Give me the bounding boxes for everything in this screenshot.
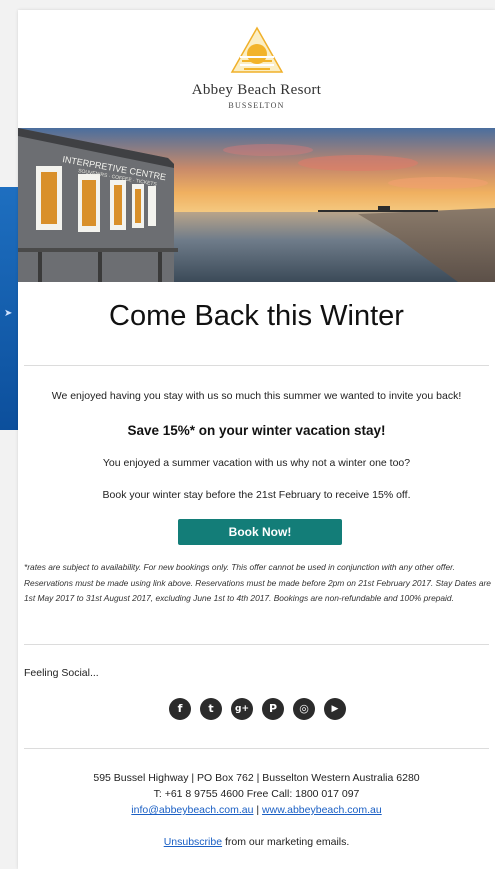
footer-phone: T: +61 8 9755 4600 Free Call: 1800 017 0… (153, 788, 360, 800)
terms-text: *rates are subject to availability. For … (24, 562, 491, 603)
twitter-icon[interactable]: t (200, 698, 222, 720)
instagram-icon[interactable]: ◎ (293, 698, 315, 720)
social-icons: f t g+ P ◎ ▶ (169, 698, 369, 722)
pinterest-icon[interactable]: P (262, 698, 284, 720)
resort-logo: Abbey Beach Resort BUSSELTON (18, 26, 495, 126)
resort-name: Abbey Beach Resort (191, 82, 322, 98)
google-plus-icon[interactable]: g+ (231, 698, 253, 720)
footer-links: info@abbeybeach.com.au | www.abbeybeach.… (18, 804, 495, 816)
page-title: Come Back this Winter (109, 300, 404, 332)
hero-image: INTERPRETIVE CENTRE SOUVENIRS · COFFEE ·… (18, 128, 495, 282)
divider (24, 365, 489, 366)
divider (24, 644, 489, 645)
unsubscribe-text: from our marketing emails. (225, 836, 350, 848)
youtube-icon[interactable]: ▶ (324, 698, 346, 720)
offer-heading: Save 15%* on your winter vacation stay! (127, 423, 386, 438)
resort-location: BUSSELTON (228, 101, 285, 110)
unsubscribe-line: Unsubscribe from our marketing emails. (18, 836, 495, 848)
link-separator: | (256, 804, 260, 816)
body-line-1: You enjoyed a summer vacation with us wh… (102, 457, 411, 469)
footer-address: 595 Bussel Highway | PO Box 762 | Bussel… (93, 772, 420, 784)
divider (24, 748, 489, 749)
email-link[interactable]: info@abbeybeach.com.au (131, 804, 253, 816)
website-link[interactable]: www.abbeybeach.com.au (262, 804, 382, 816)
email-container: Abbey Beach Resort BUSSELTON INTERPRETIV… (18, 10, 495, 869)
facebook-icon[interactable]: f (169, 698, 191, 720)
intro-text: We enjoyed having you stay with us so mu… (51, 390, 462, 402)
body-line-2: Book your winter stay before the 21st Fe… (102, 489, 411, 501)
arrow-icon: ➤ (4, 308, 13, 319)
sunset-logo-icon (230, 26, 283, 73)
book-now-button[interactable]: Book Now! (178, 519, 342, 545)
unsubscribe-link[interactable]: Unsubscribe (164, 836, 222, 848)
social-heading: Feeling Social... (24, 667, 99, 679)
